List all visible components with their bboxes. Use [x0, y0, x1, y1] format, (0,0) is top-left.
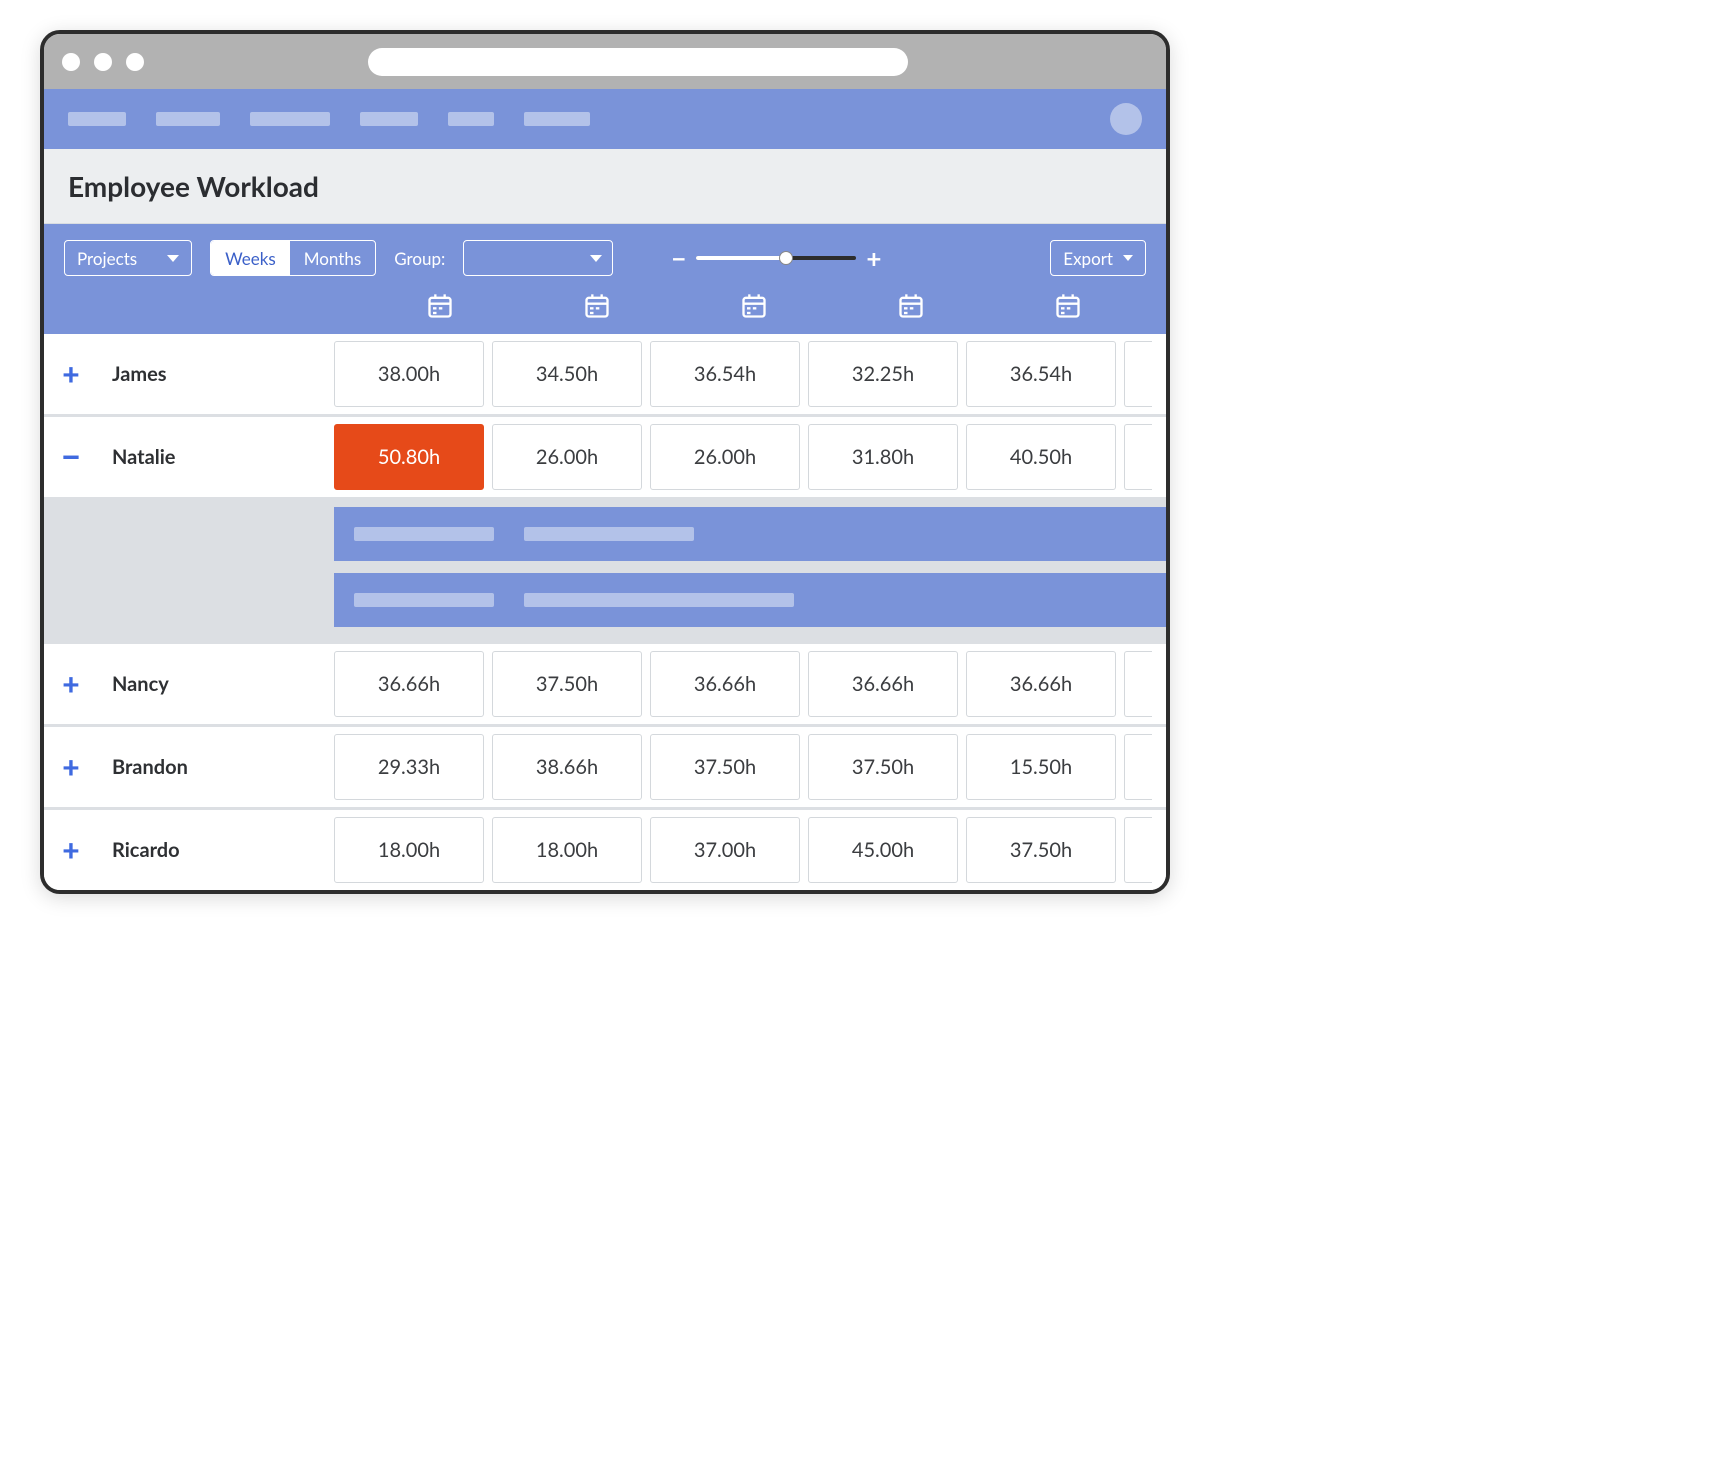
calendar-icon[interactable] [1054, 292, 1082, 320]
hours-cell[interactable]: 36.54h [650, 341, 800, 407]
workload-grid: + James 38.00h 34.50h 36.54h 32.25h 36.5… [44, 334, 1166, 890]
nav-item[interactable] [156, 112, 220, 126]
chevron-down-icon [167, 255, 179, 262]
employee-row: + James 38.00h 34.50h 36.54h 32.25h 36.5… [44, 334, 1166, 414]
browser-window: Employee Workload Projects Weeks Months … [40, 30, 1170, 894]
hours-cell[interactable]: 36.66h [334, 651, 484, 717]
hours-cell[interactable]: 31.80h [808, 424, 958, 490]
calendar-icon[interactable] [426, 292, 454, 320]
calendar-icon[interactable] [583, 292, 611, 320]
collapse-icon[interactable]: − [58, 444, 84, 470]
hours-cell[interactable]: 36.54h [966, 341, 1116, 407]
hours-cell[interactable]: 34.50h [492, 341, 642, 407]
calendar-icon[interactable] [897, 292, 925, 320]
hours-cell[interactable]: 26.00h [650, 424, 800, 490]
chevron-down-icon [590, 255, 602, 262]
browser-chrome [44, 34, 1166, 89]
employee-name: Nancy [112, 672, 169, 696]
hours-cell[interactable]: 38.66h [492, 734, 642, 800]
hours-cell[interactable]: 38.00h [334, 341, 484, 407]
hours-cell-partial [1124, 651, 1152, 717]
task-segment [354, 527, 494, 541]
nav-item[interactable] [524, 112, 590, 126]
window-controls [62, 53, 144, 71]
hours-cell-partial [1124, 734, 1152, 800]
hours-cell[interactable]: 37.00h [650, 817, 800, 883]
hours-cell[interactable]: 36.66h [966, 651, 1116, 717]
hours-cell[interactable]: 26.00h [492, 424, 642, 490]
zoom-slider[interactable] [696, 256, 856, 260]
zoom-slider-thumb[interactable] [779, 251, 793, 265]
toolbar: Projects Weeks Months Group: − [44, 224, 1166, 334]
maximize-window-icon[interactable] [126, 53, 144, 71]
group-dropdown[interactable] [463, 240, 613, 276]
weeks-label: Weeks [225, 248, 276, 269]
weeks-toggle[interactable]: Weeks [211, 241, 290, 275]
chevron-down-icon [1123, 255, 1133, 261]
top-nav [44, 89, 1166, 149]
months-toggle[interactable]: Months [290, 241, 375, 275]
address-bar[interactable] [368, 48, 908, 76]
hours-cell-partial [1124, 817, 1152, 883]
zoom-slider-fill [696, 256, 789, 260]
date-column-headers [64, 292, 1146, 334]
close-window-icon[interactable] [62, 53, 80, 71]
employee-name: Brandon [112, 755, 188, 779]
hours-cell-partial [1124, 424, 1152, 490]
zoom-control: − + [671, 245, 881, 271]
zoom-in-button[interactable]: + [866, 245, 881, 271]
hours-cell-partial [1124, 341, 1152, 407]
page-title-bar: Employee Workload [44, 149, 1166, 224]
minimize-window-icon[interactable] [94, 53, 112, 71]
calendar-icon[interactable] [740, 292, 768, 320]
employee-row: + Ricardo 18.00h 18.00h 37.00h 45.00h 37… [44, 807, 1166, 890]
task-segment [524, 593, 794, 607]
timescale-toggle: Weeks Months [210, 240, 376, 276]
employee-row: + Nancy 36.66h 37.50h 36.66h 36.66h 36.6… [44, 641, 1166, 724]
nav-item[interactable] [448, 112, 494, 126]
nav-item[interactable] [68, 112, 126, 126]
employee-name: Natalie [112, 445, 175, 469]
export-label: Export [1063, 248, 1113, 269]
hours-cell[interactable]: 18.00h [334, 817, 484, 883]
hours-cell[interactable]: 32.25h [808, 341, 958, 407]
group-label: Group: [394, 248, 445, 269]
employee-name: Ricardo [112, 838, 180, 862]
hours-cell[interactable]: 15.50h [966, 734, 1116, 800]
hours-cell[interactable]: 37.50h [650, 734, 800, 800]
export-button[interactable]: Export [1050, 240, 1146, 276]
hours-cell[interactable]: 37.50h [966, 817, 1116, 883]
task-segment [354, 593, 494, 607]
employee-name: James [112, 362, 167, 386]
hours-cell[interactable]: 37.50h [492, 651, 642, 717]
nav-item[interactable] [360, 112, 418, 126]
hours-cell[interactable]: 36.66h [650, 651, 800, 717]
task-segment [524, 527, 694, 541]
months-label: Months [304, 248, 361, 269]
employee-row: − Natalie 50.80h 26.00h 26.00h 31.80h 40… [44, 414, 1166, 497]
expand-icon[interactable]: + [58, 671, 84, 697]
user-avatar[interactable] [1110, 103, 1142, 135]
nav-item[interactable] [250, 112, 330, 126]
hours-cell[interactable]: 29.33h [334, 734, 484, 800]
expand-icon[interactable]: + [58, 361, 84, 387]
hours-cell[interactable]: 40.50h [966, 424, 1116, 490]
employee-row: + Brandon 29.33h 38.66h 37.50h 37.50h 15… [44, 724, 1166, 807]
zoom-out-button[interactable]: − [671, 245, 686, 271]
hours-cell[interactable]: 36.66h [808, 651, 958, 717]
filter-dropdown[interactable]: Projects [64, 240, 192, 276]
expand-icon[interactable]: + [58, 754, 84, 780]
filter-label: Projects [77, 248, 137, 269]
hours-cell[interactable]: 37.50h [808, 734, 958, 800]
task-bar[interactable] [334, 507, 1170, 561]
page-title: Employee Workload [68, 169, 1142, 203]
hours-cell[interactable]: 18.00h [492, 817, 642, 883]
employee-tasks-expanded [44, 497, 1166, 641]
expand-icon[interactable]: + [58, 837, 84, 863]
hours-cell-overload[interactable]: 50.80h [334, 424, 484, 490]
hours-cell[interactable]: 45.00h [808, 817, 958, 883]
task-bar[interactable] [334, 573, 1170, 627]
